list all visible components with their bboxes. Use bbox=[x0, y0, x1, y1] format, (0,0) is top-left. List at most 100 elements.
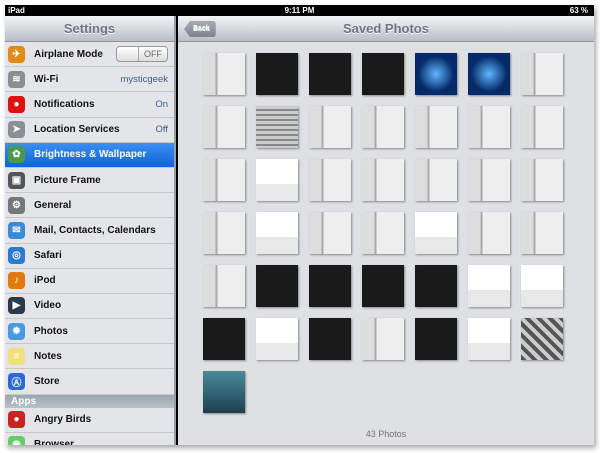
photo-thumbnail[interactable] bbox=[521, 106, 563, 148]
photo-thumbnail[interactable] bbox=[203, 265, 245, 307]
photo-thumbnail[interactable] bbox=[203, 318, 245, 360]
item-label: Wi-Fi bbox=[34, 73, 59, 85]
photo-thumbnail[interactable] bbox=[468, 106, 510, 148]
photo-thumbnail[interactable] bbox=[309, 159, 351, 201]
photo-thumbnail[interactable] bbox=[256, 265, 298, 307]
photo-thumbnail[interactable] bbox=[415, 265, 457, 307]
item-label: Notifications bbox=[34, 98, 95, 110]
angry-birds-icon: ● bbox=[8, 411, 25, 429]
photo-grid bbox=[203, 53, 563, 413]
wifi-icon: ≋ bbox=[8, 70, 25, 88]
photo-thumbnail[interactable] bbox=[256, 318, 298, 360]
sidebar-item-wi-fi[interactable]: ≋ Wi-Fi mysticgeek bbox=[5, 67, 174, 93]
item-label: Angry Birds bbox=[34, 414, 92, 426]
photo-thumbnail[interactable] bbox=[309, 265, 351, 307]
item-label: Video bbox=[34, 300, 62, 312]
battery: 63 % bbox=[569, 6, 588, 15]
page-title: Saved Photos Back bbox=[178, 16, 594, 42]
status-bar: iPad 9:11 PM 63 % bbox=[5, 5, 594, 16]
sidebar-item-brightness-wallpaper[interactable]: ✿ Brightness & Wallpaper bbox=[5, 142, 174, 168]
sidebar-item-angry-birds[interactable]: ● Angry Birds bbox=[5, 407, 174, 433]
sidebar-item-browser[interactable]: ◉ Browser bbox=[5, 432, 174, 445]
photo-thumbnail[interactable] bbox=[309, 318, 351, 360]
photo-thumbnail[interactable] bbox=[468, 212, 510, 254]
photo-thumbnail[interactable] bbox=[362, 106, 404, 148]
apps-section-header: Apps bbox=[5, 394, 174, 408]
photo-thumbnail[interactable] bbox=[415, 159, 457, 201]
sidebar-item-photos[interactable]: ✹ Photos bbox=[5, 319, 174, 345]
item-label: Location Services bbox=[34, 124, 120, 136]
back-button[interactable]: Back bbox=[184, 21, 216, 37]
sidebar-item-airplane-mode[interactable]: ✈ Airplane Mode OFF bbox=[5, 42, 174, 68]
toggle-state: OFF bbox=[144, 49, 162, 60]
photo-thumbnail[interactable] bbox=[309, 212, 351, 254]
item-label: Notes bbox=[34, 350, 62, 362]
photo-thumbnail[interactable] bbox=[309, 106, 351, 148]
sidebar-item-store[interactable]: Ⓐ Store bbox=[5, 369, 174, 395]
safari-icon: ◎ bbox=[8, 247, 25, 265]
photo-thumbnail[interactable] bbox=[521, 212, 563, 254]
photo-thumbnail[interactable] bbox=[468, 265, 510, 307]
photo-thumbnail[interactable] bbox=[415, 212, 457, 254]
brightness-icon: ✿ bbox=[8, 146, 25, 164]
photo-thumbnail[interactable] bbox=[468, 318, 510, 360]
notifications-icon: ● bbox=[8, 95, 25, 113]
ipad-screen: iPad 9:11 PM 63 % Settings ✈ Airplane Mod… bbox=[5, 5, 594, 445]
browser-icon: ◉ bbox=[8, 436, 25, 445]
photo-thumbnail[interactable] bbox=[415, 318, 457, 360]
photo-thumbnail[interactable] bbox=[415, 106, 457, 148]
photo-thumbnail[interactable] bbox=[362, 53, 404, 95]
photo-thumbnail[interactable] bbox=[521, 53, 563, 95]
picture-frame-icon: ▣ bbox=[8, 171, 25, 189]
photos-icon: ✹ bbox=[8, 322, 25, 340]
sidebar-item-general[interactable]: ⚙ General bbox=[5, 193, 174, 219]
photo-thumbnail[interactable] bbox=[468, 159, 510, 201]
photo-thumbnail[interactable] bbox=[362, 318, 404, 360]
photo-thumbnail[interactable] bbox=[203, 212, 245, 254]
photo-thumbnail[interactable] bbox=[521, 318, 563, 360]
sidebar-title: Settings bbox=[5, 16, 174, 42]
sidebar-item-picture-frame[interactable]: ▣ Picture Frame bbox=[5, 167, 174, 194]
item-label: Mail, Contacts, Calendars bbox=[34, 224, 156, 236]
item-value: Off bbox=[155, 124, 169, 136]
title-text: Saved Photos bbox=[343, 21, 429, 36]
sidebar-item-notes[interactable]: ≡ Notes bbox=[5, 344, 174, 370]
photo-thumbnail[interactable] bbox=[468, 53, 510, 95]
settings-sidebar: Settings ✈ Airplane Mode OFF ≋ Wi-Fi mysticge… bbox=[5, 16, 176, 445]
item-value: mysticgeek bbox=[120, 73, 168, 85]
sidebar-item-ipod[interactable]: ♪ iPod bbox=[5, 268, 174, 294]
photo-thumbnail[interactable] bbox=[203, 106, 245, 148]
photo-thumbnail[interactable] bbox=[362, 159, 404, 201]
photo-thumbnail[interactable] bbox=[256, 53, 298, 95]
photo-thumbnail[interactable] bbox=[362, 265, 404, 307]
photo-thumbnail[interactable] bbox=[203, 159, 245, 201]
location-icon: ➤ bbox=[8, 121, 25, 139]
mail-icon: ✉ bbox=[8, 221, 25, 239]
item-label: Brightness & Wallpaper bbox=[34, 149, 147, 161]
sidebar-item-mail-contacts-calendars[interactable]: ✉ Mail, Contacts, Calendars bbox=[5, 218, 174, 244]
photo-thumbnail[interactable] bbox=[256, 212, 298, 254]
photo-thumbnail[interactable] bbox=[362, 212, 404, 254]
airplane-icon: ✈ bbox=[8, 45, 25, 63]
notes-icon: ≡ bbox=[8, 347, 25, 365]
sidebar-item-notifications[interactable]: ● Notifications On bbox=[5, 92, 174, 118]
airplane-mode-toggle[interactable]: OFF bbox=[116, 46, 168, 63]
item-label: iPod bbox=[34, 275, 56, 287]
photo-thumbnail[interactable] bbox=[521, 159, 563, 201]
toggle-knob bbox=[117, 47, 139, 62]
photo-thumbnail[interactable] bbox=[309, 53, 351, 95]
photo-thumbnail[interactable] bbox=[521, 265, 563, 307]
item-label: Safari bbox=[34, 250, 62, 262]
sidebar-item-video[interactable]: ▶ Video bbox=[5, 293, 174, 320]
photo-thumbnail[interactable] bbox=[256, 159, 298, 201]
sidebar-item-location-services[interactable]: ➤ Location Services Off bbox=[5, 117, 174, 143]
photo-thumbnail[interactable] bbox=[203, 371, 245, 413]
photo-thumbnail[interactable] bbox=[415, 53, 457, 95]
video-icon: ▶ bbox=[8, 297, 25, 315]
photo-thumbnail[interactable] bbox=[203, 53, 245, 95]
photo-thumbnail[interactable] bbox=[256, 106, 298, 148]
clock: 9:11 PM bbox=[284, 6, 315, 15]
sidebar-item-safari[interactable]: ◎ Safari bbox=[5, 243, 174, 269]
store-icon: Ⓐ bbox=[8, 373, 25, 391]
ipod-icon: ♪ bbox=[8, 272, 25, 290]
